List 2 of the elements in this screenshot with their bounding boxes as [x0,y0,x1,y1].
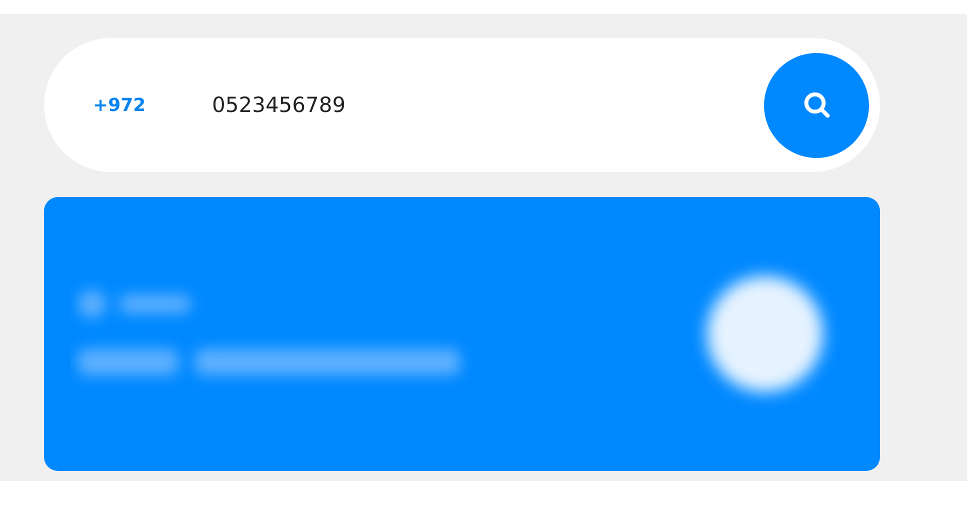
country-code[interactable]: +972 [93,94,210,116]
phone-input[interactable]: 0523456789 [210,92,764,118]
